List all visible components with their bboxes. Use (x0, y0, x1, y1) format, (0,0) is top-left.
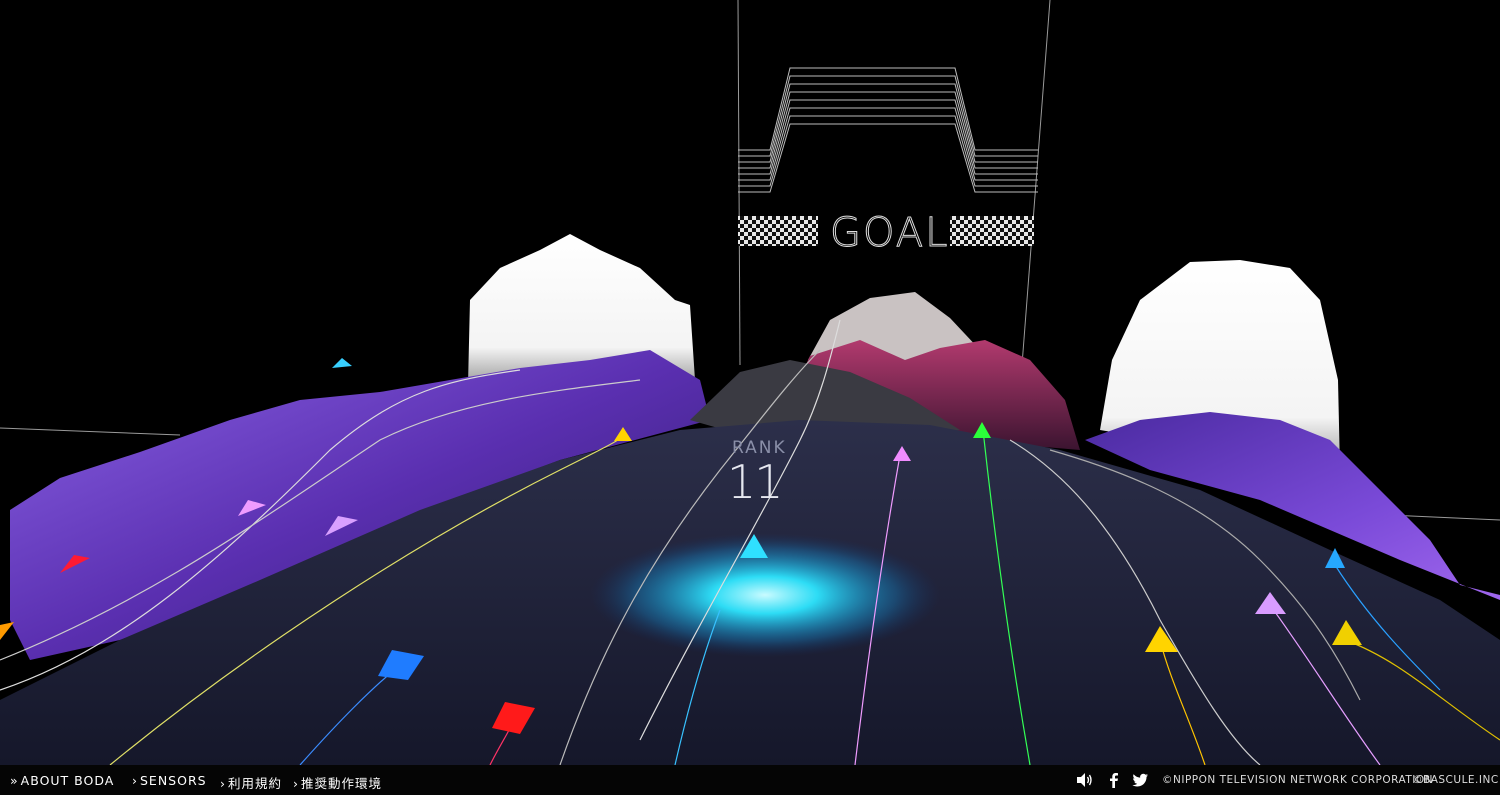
chevron-icon: › (132, 773, 138, 788)
player-glow (590, 533, 940, 657)
race-scene (0, 0, 1500, 765)
nav-environment[interactable]: › 推奨動作環境 (293, 773, 382, 792)
nav-terms[interactable]: › 利用規約 (220, 773, 282, 792)
chevron-icon: › (293, 776, 299, 791)
nav-label: ABOUT BODA (20, 773, 115, 788)
copyright-bascule: ©BASCULE.INC (1412, 774, 1499, 786)
goal-label: GOAL (830, 210, 950, 257)
nav-label: SENSORS (140, 773, 207, 788)
nav-label: 利用規約 (228, 776, 283, 791)
marker-orange-edge (0, 622, 14, 640)
marker-cyan-small (332, 358, 352, 368)
facebook-icon[interactable] (1105, 771, 1123, 789)
sound-icon[interactable] (1075, 771, 1093, 789)
nav-sensors[interactable]: › SENSORS (132, 773, 207, 788)
checker-flag-right (950, 216, 1034, 246)
chevron-icon: » (10, 773, 19, 788)
rank-value: 11 (727, 455, 784, 509)
checker-flag-left (738, 216, 818, 246)
chevron-icon: › (220, 776, 226, 791)
nav-label: 推奨動作環境 (301, 776, 383, 791)
footer-bar: » ABOUT BODA › SENSORS › 利用規約 › 推奨動作環境 ©NIPP… (0, 765, 1500, 795)
twitter-icon[interactable] (1131, 771, 1149, 789)
goal-waveform (738, 67, 1038, 193)
nav-about-boda[interactable]: » ABOUT BODA (10, 773, 114, 788)
copyright-ntv: ©NIPPON TELEVISION NETWORK CORPORATION (1162, 774, 1434, 786)
